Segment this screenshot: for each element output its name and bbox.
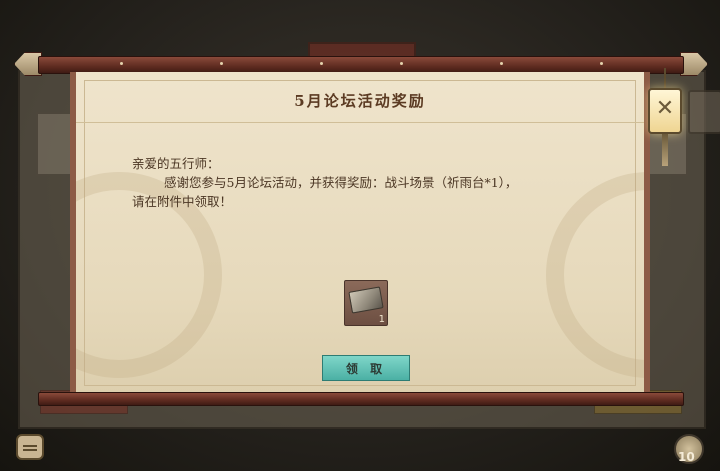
screen: 5月论坛活动奖励 亲爱的五行师： 感谢您参与5月论坛活动，并获得奖励：战斗场景（… — [0, 0, 720, 471]
attachment-quantity: 1 — [378, 314, 385, 325]
close-icon: ✕ — [655, 96, 675, 121]
mail-body-line-1: 感谢您参与5月论坛活动，并获得奖励：战斗场景（祈雨台*1）， — [164, 175, 518, 190]
lantern-cord — [664, 68, 666, 88]
mail-body: 亲爱的五行师： 感谢您参与5月论坛活动，并获得奖励：战斗场景（祈雨台*1）， 请… — [132, 154, 602, 211]
background-lantern — [688, 90, 720, 134]
claim-button[interactable]: 领 取 — [322, 355, 410, 381]
mail-greeting: 亲爱的五行师： — [132, 156, 220, 171]
chat-icon — [23, 445, 37, 447]
close-button[interactable]: ✕ — [648, 88, 682, 134]
scroll-rod-studs — [38, 62, 682, 66]
mail-paper: 5月论坛活动奖励 亲爱的五行师： 感谢您参与5月论坛活动，并获得奖励：战斗场景（… — [70, 72, 650, 394]
scroll-rod-bottom — [38, 392, 684, 406]
mail-title: 5月论坛活动奖励 — [294, 92, 426, 110]
lantern-tassel — [662, 134, 668, 166]
chat-button[interactable] — [16, 434, 44, 460]
counter-value: 10 — [678, 450, 695, 464]
scene-scroll-icon — [348, 286, 384, 314]
attachment-item[interactable]: 1 — [344, 280, 388, 326]
mail-body-line-2: 请在附件中领取！ — [132, 194, 233, 209]
